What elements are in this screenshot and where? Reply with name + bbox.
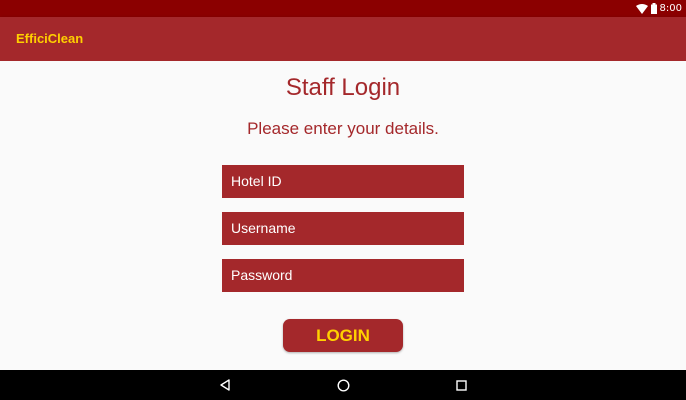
username-field[interactable]: Username (222, 212, 464, 245)
login-screen: Staff Login Please enter your details. H… (0, 61, 686, 370)
hotel-id-field[interactable]: Hotel ID (222, 165, 464, 198)
navigation-bar (0, 370, 686, 400)
wifi-icon (635, 3, 648, 14)
home-icon (336, 378, 350, 392)
status-icons: 8:00 (635, 0, 682, 17)
home-button[interactable] (323, 370, 363, 400)
app-title: EfficiClean (16, 31, 84, 46)
back-icon (220, 379, 230, 391)
password-field[interactable]: Password (222, 259, 464, 292)
status-time: 8:00 (659, 3, 682, 14)
app-bar: EfficiClean (0, 17, 686, 61)
page-title: Staff Login (285, 74, 401, 101)
login-button[interactable]: LOGIN (283, 319, 403, 352)
back-button[interactable] (205, 370, 245, 400)
battery-icon (650, 3, 657, 14)
recents-icon (455, 379, 467, 391)
recents-button[interactable] (441, 370, 481, 400)
status-bar: 8:00 (0, 0, 686, 17)
page-subtitle: Please enter your details. (247, 119, 439, 138)
